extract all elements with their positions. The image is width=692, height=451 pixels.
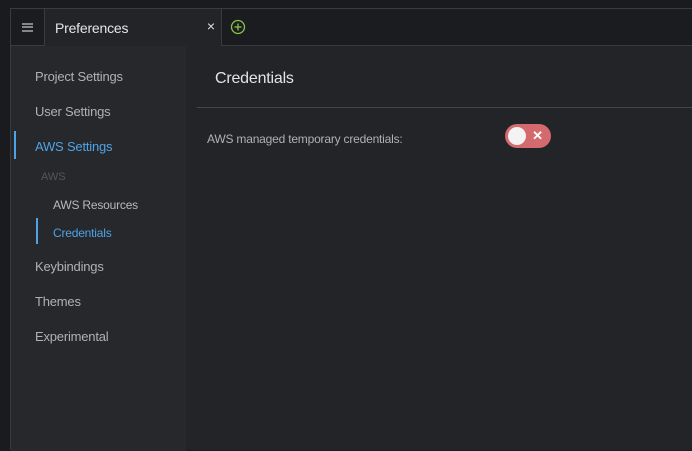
active-indicator	[14, 131, 16, 159]
sidebar-item-user-settings[interactable]: User Settings	[35, 104, 111, 119]
tab-preferences[interactable]: Preferences ×	[45, 9, 222, 46]
sidebar-subitem-credentials[interactable]: Credentials	[53, 226, 112, 240]
hamburger-menu-button[interactable]	[11, 9, 45, 45]
close-icon[interactable]: ×	[207, 19, 215, 33]
sidebar-item-experimental[interactable]: Experimental	[35, 329, 109, 344]
toggle-knob	[508, 127, 526, 145]
sidebar-group-label: AWS	[41, 171, 66, 183]
section-title: Credentials	[215, 70, 294, 87]
preferences-window: Preferences × Project Settings User Sett…	[10, 8, 692, 451]
sidebar-item-aws-settings[interactable]: AWS Settings	[35, 139, 113, 154]
sidebar-item-keybindings[interactable]: Keybindings	[35, 259, 104, 274]
toggle-off-icon: ✕	[532, 128, 543, 143]
section-divider	[197, 107, 692, 108]
tab-bar: Preferences ×	[11, 9, 692, 46]
sidebar-item-themes[interactable]: Themes	[35, 294, 81, 309]
hamburger-icon	[22, 22, 33, 32]
sidebar-item-project-settings[interactable]: Project Settings	[35, 69, 123, 84]
credentials-toggle[interactable]: ✕	[505, 124, 551, 148]
setting-label: AWS managed temporary credentials:	[207, 132, 403, 146]
sub-active-indicator	[36, 218, 38, 244]
preferences-sidebar: Project Settings User Settings AWS Setti…	[11, 46, 186, 451]
sidebar-subitem-aws-resources[interactable]: AWS Resources	[53, 198, 138, 212]
plus-circle-icon[interactable]	[230, 19, 246, 35]
tab-title: Preferences	[55, 20, 129, 36]
settings-panel: Credentials AWS managed temporary creden…	[197, 46, 692, 451]
